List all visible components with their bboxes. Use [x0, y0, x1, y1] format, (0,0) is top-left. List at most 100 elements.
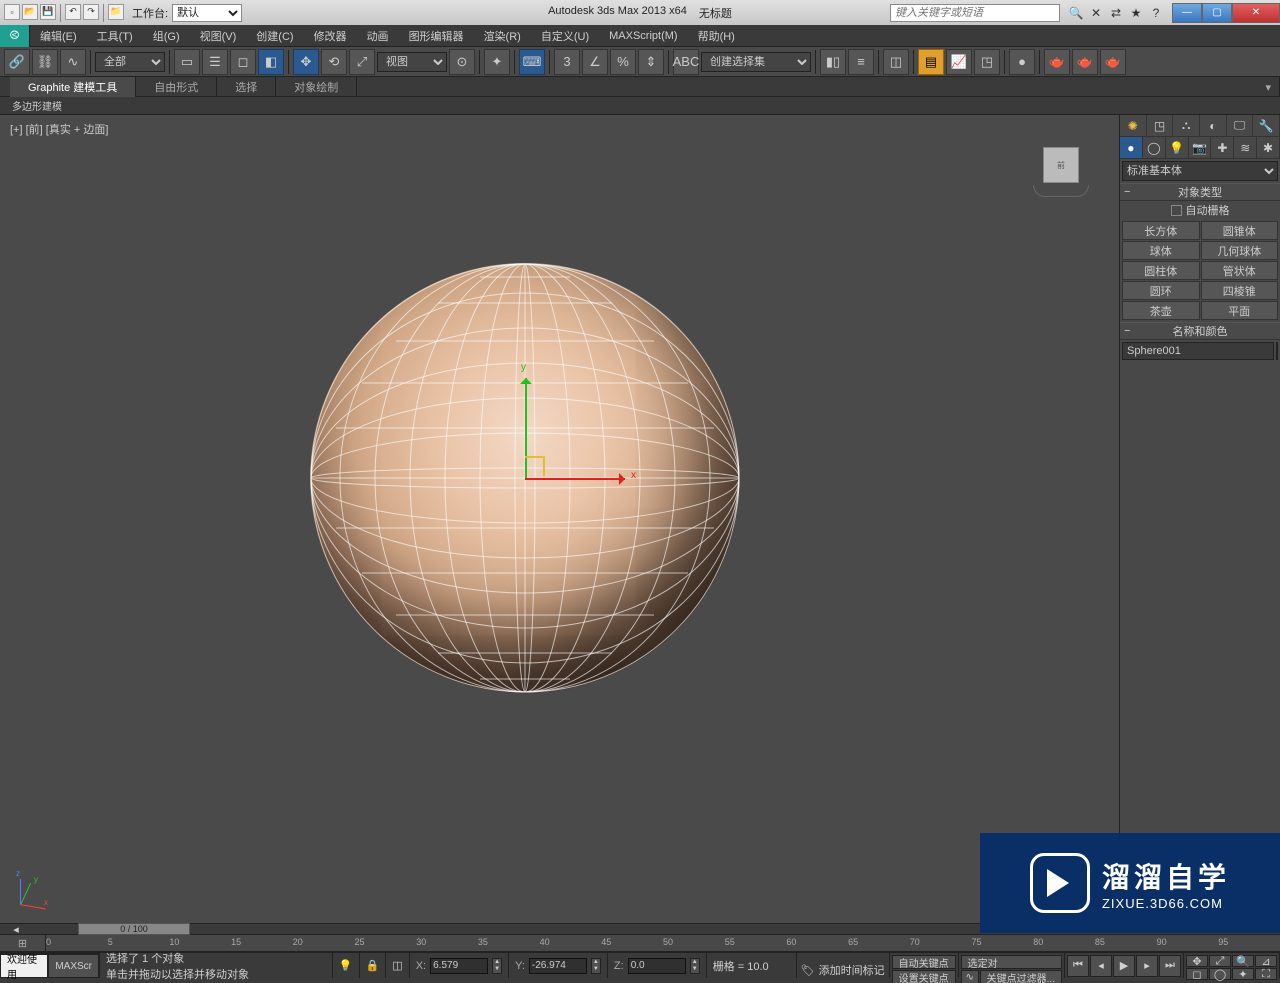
- tab-graphite[interactable]: Graphite 建模工具: [10, 77, 136, 97]
- viewport[interactable]: [+] [前] [真实 + 边面] 前 z y x: [0, 115, 1120, 923]
- viewcube-face[interactable]: 前: [1043, 147, 1079, 183]
- ref-coord-select[interactable]: 视图: [377, 52, 447, 72]
- viewcube-ring-icon[interactable]: [1033, 185, 1089, 197]
- window-crossing-icon[interactable]: ◧: [258, 49, 284, 75]
- minimize-button[interactable]: —: [1172, 3, 1202, 23]
- project-icon[interactable]: 📁: [108, 4, 124, 20]
- tube-button[interactable]: 管状体: [1201, 261, 1279, 280]
- ribbon-toggle-icon[interactable]: ▤: [918, 49, 944, 75]
- pan-icon[interactable]: ✥: [1186, 955, 1208, 967]
- object-color-swatch[interactable]: [1276, 342, 1278, 360]
- fov-icon[interactable]: ⊿: [1255, 955, 1277, 967]
- menu-customize[interactable]: 自定义(U): [531, 25, 599, 47]
- selection-filter-select[interactable]: 全部: [95, 52, 165, 72]
- viewport-label[interactable]: [+] [前] [真实 + 边面]: [10, 121, 108, 137]
- undo-icon[interactable]: ↶: [65, 4, 81, 20]
- render-setup-icon[interactable]: 🫖: [1044, 49, 1070, 75]
- rollout-name-color[interactable]: −名称和颜色: [1120, 322, 1280, 340]
- unlink-icon[interactable]: ⛓: [32, 49, 58, 75]
- trackbar-menu-icon[interactable]: ⊞: [18, 937, 27, 950]
- hierarchy-tab-icon[interactable]: ⛬: [1173, 115, 1200, 136]
- zoom-region-icon[interactable]: ◻: [1186, 968, 1208, 980]
- pivot-center-icon[interactable]: ⊙: [449, 49, 475, 75]
- viewcube[interactable]: 前: [1033, 141, 1089, 197]
- snap-angle-icon[interactable]: ∠: [582, 49, 608, 75]
- menu-help[interactable]: 帮助(H): [688, 25, 745, 47]
- rollout-object-type[interactable]: −对象类型: [1120, 183, 1280, 201]
- lock-toggle-icon[interactable]: 💡: [333, 953, 360, 978]
- favorite-icon[interactable]: ★: [1128, 5, 1144, 21]
- menu-animation[interactable]: 动画: [357, 25, 399, 47]
- help-icon[interactable]: ?: [1148, 5, 1164, 21]
- cylinder-button[interactable]: 圆柱体: [1122, 261, 1200, 280]
- geometry-tab-icon[interactable]: ●: [1120, 137, 1143, 158]
- schematic-view-icon[interactable]: ◳: [974, 49, 1000, 75]
- bind-icon[interactable]: ∿: [60, 49, 86, 75]
- lights-tab-icon[interactable]: 💡: [1166, 137, 1189, 158]
- search-icon[interactable]: 🔍: [1068, 5, 1084, 21]
- prev-frame-icon[interactable]: ◂: [1090, 955, 1112, 977]
- subscription-icon[interactable]: ✕: [1088, 5, 1104, 21]
- tab-freeform[interactable]: 自由形式: [136, 77, 217, 97]
- helpers-tab-icon[interactable]: ✚: [1211, 137, 1234, 158]
- motion-tab-icon[interactable]: ◐: [1200, 115, 1227, 136]
- goto-start-icon[interactable]: ⏮: [1067, 955, 1089, 977]
- coord-x-spinner[interactable]: ▲▼: [492, 958, 502, 974]
- coord-x-input[interactable]: [430, 958, 488, 974]
- cameras-tab-icon[interactable]: 📷: [1189, 137, 1212, 158]
- menu-group[interactable]: 组(G): [143, 25, 190, 47]
- render-production-icon[interactable]: 🫖: [1100, 49, 1126, 75]
- goto-end-icon[interactable]: ⏭: [1159, 955, 1181, 977]
- create-tab-icon[interactable]: ✺: [1120, 115, 1147, 136]
- exchange-icon[interactable]: ⇄: [1108, 5, 1124, 21]
- material-editor-icon[interactable]: ●: [1009, 49, 1035, 75]
- modify-tab-icon[interactable]: ◳: [1147, 115, 1174, 136]
- menu-grapheditors[interactable]: 图形编辑器: [399, 25, 474, 47]
- layers-icon[interactable]: ◫: [883, 49, 909, 75]
- systems-tab-icon[interactable]: ✱: [1257, 137, 1280, 158]
- spinner-snap-icon[interactable]: ⇕: [638, 49, 664, 75]
- edit-sets-icon[interactable]: ABC: [673, 49, 699, 75]
- autokey-button[interactable]: 自动关键点: [892, 955, 956, 969]
- workspace-select[interactable]: 默认: [172, 4, 242, 22]
- keyfilters-button[interactable]: 关键点过滤器...: [980, 970, 1062, 983]
- tab-objectpaint[interactable]: 对象绘制: [276, 77, 357, 97]
- select-region-rect-icon[interactable]: ◻: [230, 49, 256, 75]
- keyboard-shortcut-icon[interactable]: ⌨: [519, 49, 545, 75]
- pyramid-button[interactable]: 四棱锥: [1201, 281, 1279, 300]
- manipulate-icon[interactable]: ✦: [484, 49, 510, 75]
- redo-icon[interactable]: ↷: [83, 4, 99, 20]
- play-icon[interactable]: ▶: [1113, 955, 1135, 977]
- add-time-tag[interactable]: 添加时间标记: [819, 962, 885, 978]
- zoom-icon[interactable]: 🔍: [1232, 955, 1254, 967]
- help-search-input[interactable]: [890, 4, 1060, 22]
- absolute-relative-icon[interactable]: ◫: [386, 953, 409, 978]
- sphere-button[interactable]: 球体: [1122, 241, 1200, 260]
- menu-maxscript[interactable]: MAXScript(M): [599, 25, 687, 47]
- named-sets-select[interactable]: 创建选择集: [701, 52, 811, 72]
- setkey-button[interactable]: 设置关键点: [892, 970, 956, 983]
- select-name-icon[interactable]: ☰: [202, 49, 228, 75]
- menu-tools[interactable]: 工具(T): [87, 25, 143, 47]
- menu-create[interactable]: 创建(C): [246, 25, 303, 47]
- coord-y-input[interactable]: [529, 958, 587, 974]
- object-name-input[interactable]: [1122, 342, 1274, 360]
- menu-views[interactable]: 视图(V): [190, 25, 247, 47]
- trackbar[interactable]: ⊞ 05101520253035404550556065707580859095…: [0, 935, 1280, 952]
- coord-z-input[interactable]: [628, 958, 686, 974]
- orbit-icon[interactable]: ◯: [1209, 968, 1231, 980]
- menu-edit[interactable]: 编辑(E): [30, 25, 87, 47]
- key-target-select[interactable]: 选定对: [961, 955, 1062, 969]
- scale-icon[interactable]: ⤢: [349, 49, 375, 75]
- menu-render[interactable]: 渲染(R): [474, 25, 531, 47]
- box-button[interactable]: 长方体: [1122, 221, 1200, 240]
- maximize-button[interactable]: ▢: [1202, 3, 1232, 23]
- align-icon[interactable]: ≡: [848, 49, 874, 75]
- track-open-icon[interactable]: ◂: [13, 923, 19, 936]
- coord-z-spinner[interactable]: ▲▼: [690, 958, 700, 974]
- primitive-category-select[interactable]: 标准基本体: [1122, 161, 1278, 181]
- snap-3d-icon[interactable]: 3: [554, 49, 580, 75]
- shapes-tab-icon[interactable]: ◯: [1143, 137, 1166, 158]
- save-icon[interactable]: 💾: [40, 4, 56, 20]
- selection-lock-icon[interactable]: 🔒: [360, 953, 387, 978]
